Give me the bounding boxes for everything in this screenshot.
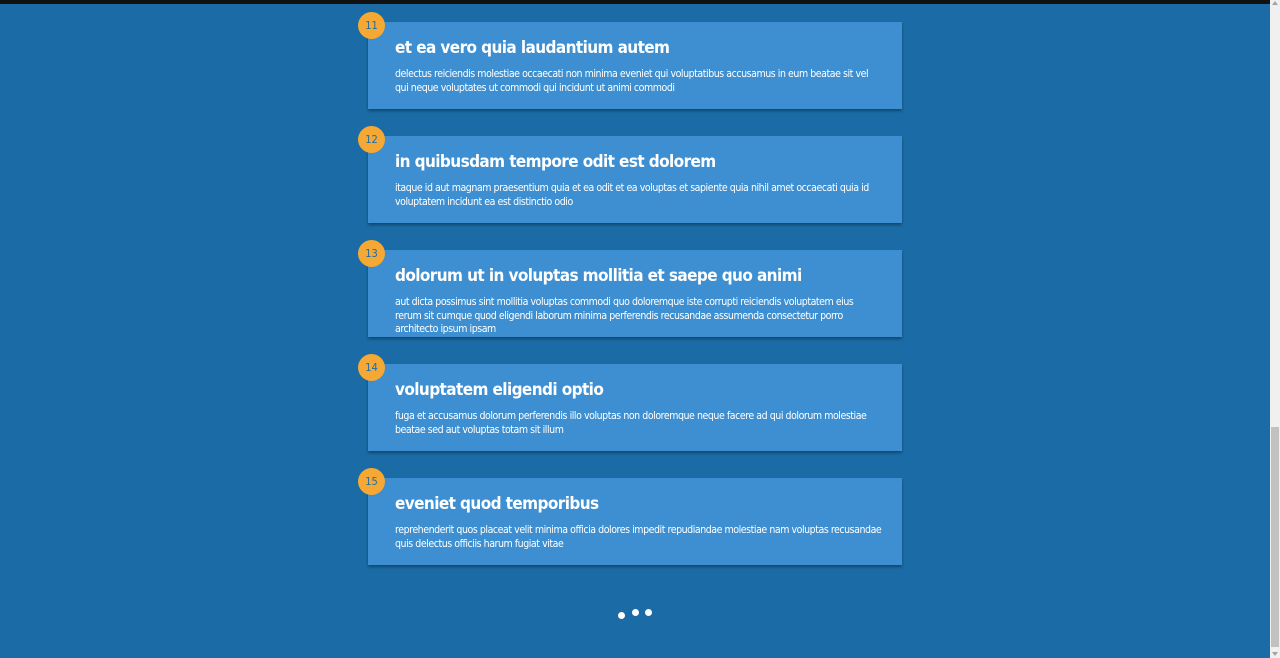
post-card: 15 eveniet quod temporibus reprehenderit… — [358, 468, 902, 565]
post-card: 12 in quibusdam tempore odit est dolorem… — [358, 126, 902, 223]
post-number-badge: 13 — [358, 240, 385, 267]
post-card: 11 et ea vero quia laudantium autem dele… — [358, 12, 902, 109]
scroll-up-arrow-icon[interactable] — [1272, 1, 1278, 5]
post-body: reprehenderit quos placeat velit minima … — [395, 524, 882, 550]
post-number-badge: 15 — [358, 468, 385, 495]
post-body: fuga et accusamus dolorum perferendis il… — [395, 410, 867, 436]
pager-dot[interactable] — [632, 609, 639, 616]
vertical-scrollbar[interactable] — [1270, 0, 1280, 658]
pager-dot[interactable] — [618, 612, 625, 619]
post-list: 11 et ea vero quia laudantium autem dele… — [358, 12, 902, 592]
post-body: delectus reiciendis molestiae occaecati … — [395, 68, 869, 94]
post-card: 14 voluptatem eligendi optio fuga et acc… — [358, 354, 902, 451]
post-title: in quibusdam tempore odit est dolorem — [395, 152, 716, 172]
scrollbar-thumb[interactable] — [1271, 427, 1279, 647]
post-title: dolorum ut in voluptas mollitia et saepe… — [395, 266, 802, 286]
top-edge-bar — [0, 0, 1270, 4]
post-body: itaque id aut magnam praesentium quia et… — [395, 182, 869, 208]
post-number-badge: 11 — [358, 12, 385, 39]
scroll-down-arrow-icon[interactable] — [1272, 652, 1278, 656]
post-card: 13 dolorum ut in voluptas mollitia et sa… — [358, 240, 902, 337]
post-title: eveniet quod temporibus — [395, 494, 599, 514]
post-title: voluptatem eligendi optio — [395, 380, 604, 400]
post-body: aut dicta possimus sint mollitia volupta… — [395, 296, 854, 335]
post-number-badge: 12 — [358, 126, 385, 153]
pager-dot[interactable] — [645, 609, 652, 616]
post-title: et ea vero quia laudantium autem — [395, 38, 670, 58]
post-number-badge: 14 — [358, 354, 385, 381]
